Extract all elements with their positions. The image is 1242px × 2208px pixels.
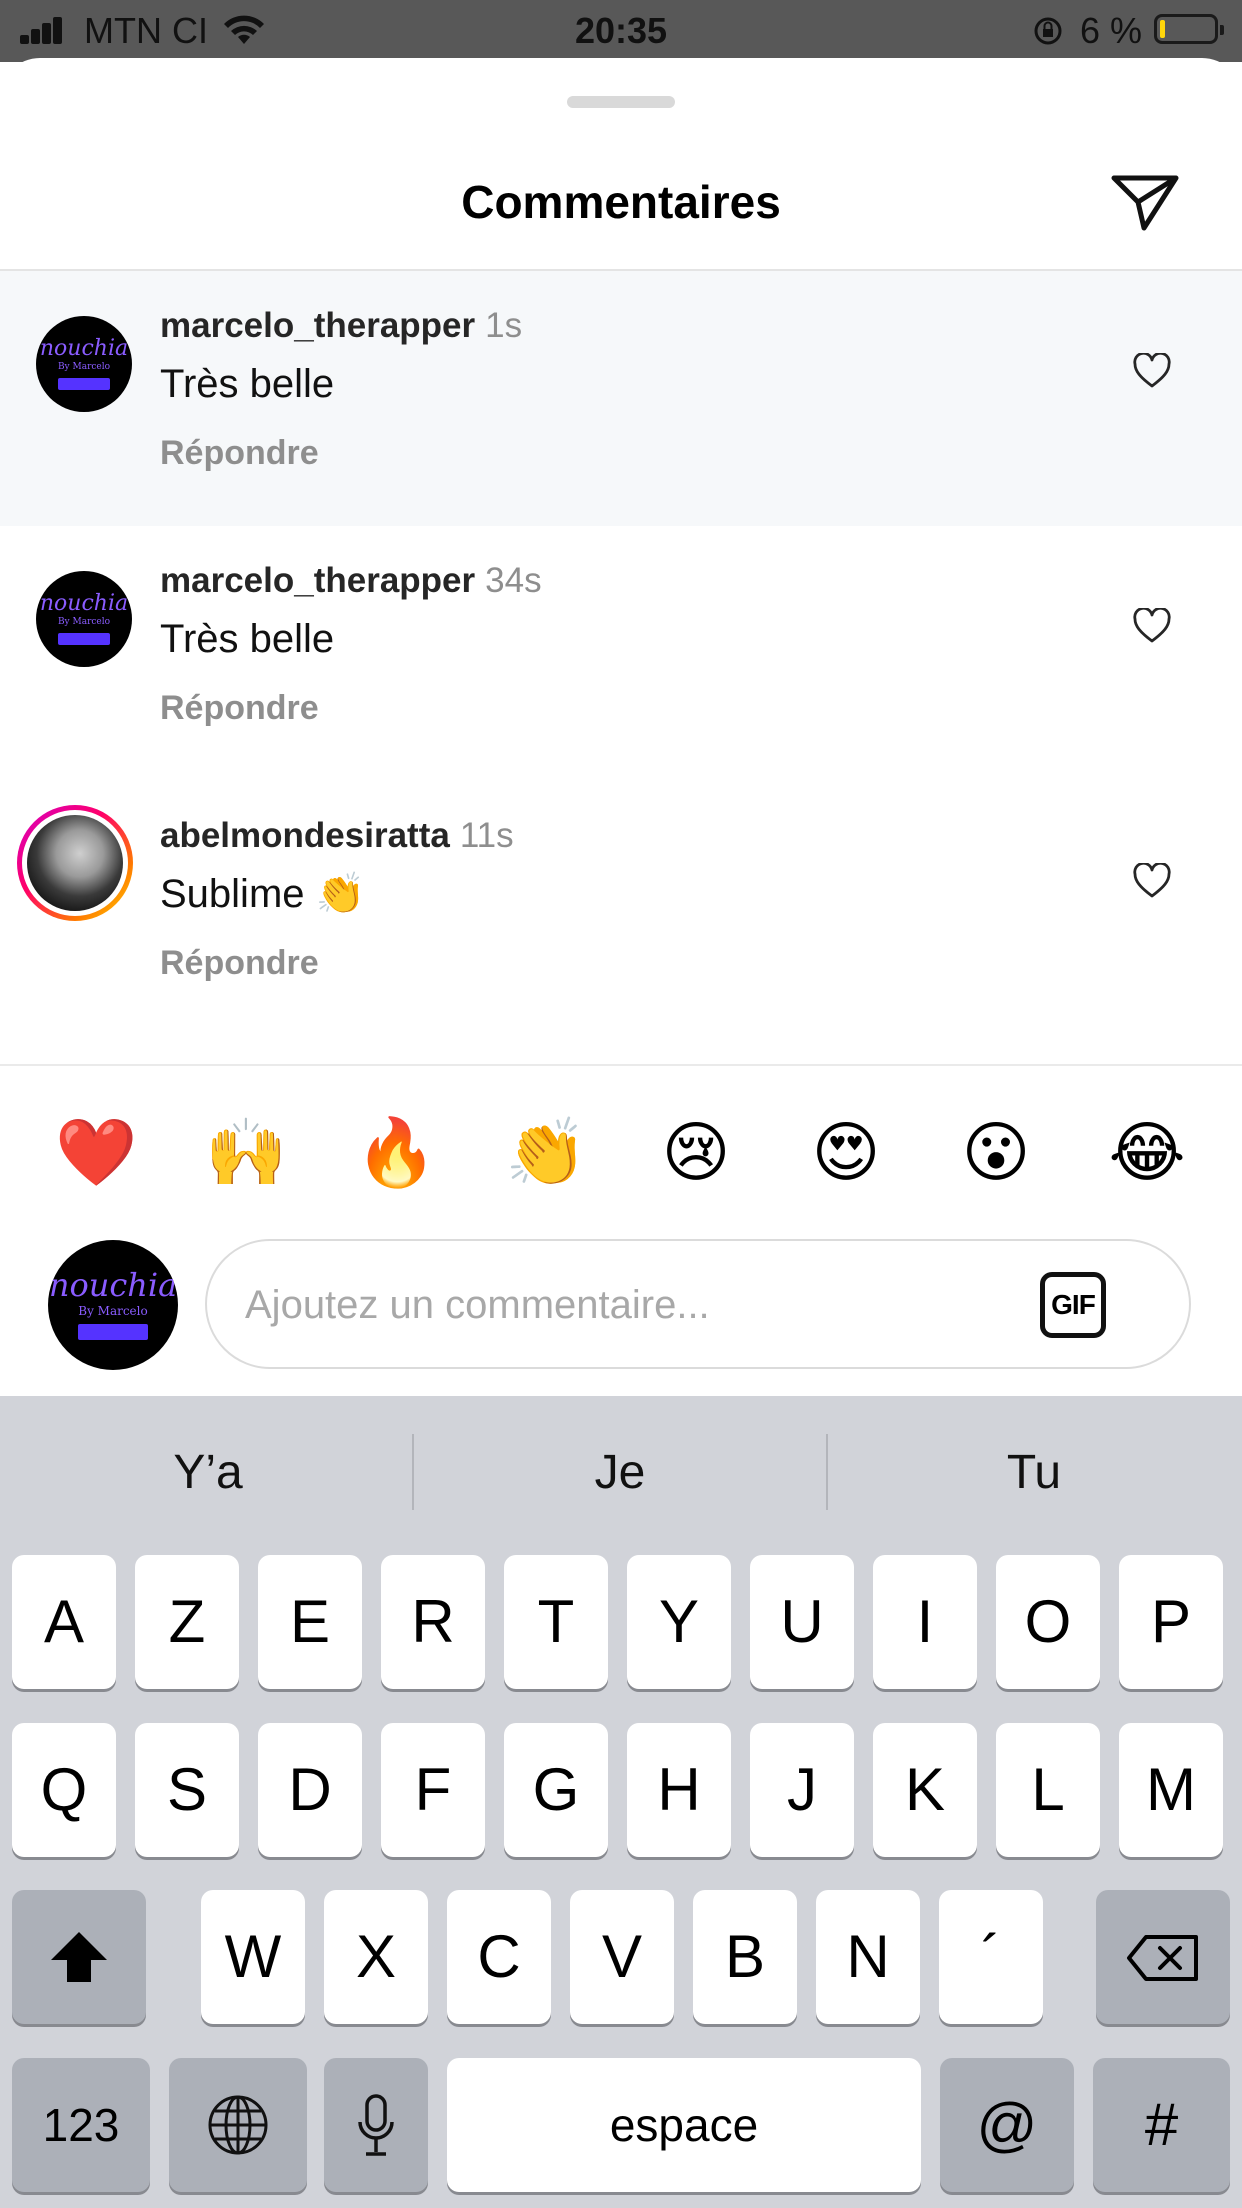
like-heart-icon[interactable] <box>1132 608 1172 644</box>
comment-input[interactable] <box>243 1271 1027 1339</box>
key-u[interactable]: U <box>750 1555 854 1689</box>
globe-icon <box>208 2095 268 2155</box>
avatar[interactable]: nouchia By Marcelo <box>36 571 132 667</box>
key-h[interactable]: H <box>627 1723 731 1857</box>
avatar-with-story-ring[interactable] <box>17 805 133 921</box>
comment-time: 11s <box>459 816 514 855</box>
comment-item: nouchia By Marcelo marcelo_therapper 34s … <box>0 526 1242 781</box>
sheet-grabber[interactable] <box>567 96 675 108</box>
comment-item: abelmondesiratta 11s Sublime 👏 Répondre <box>0 781 1242 1036</box>
emoji-surprised-button[interactable]: 😮 <box>956 1113 1036 1193</box>
key-v[interactable]: V <box>570 1890 674 2024</box>
reply-button[interactable]: Répondre <box>160 431 319 475</box>
key-o[interactable]: O <box>996 1555 1100 1689</box>
key-k[interactable]: K <box>873 1723 977 1857</box>
emoji-fire-button[interactable]: 🔥 <box>355 1113 437 1193</box>
my-avatar: nouchia By Marcelo <box>48 1240 178 1370</box>
emoji-laughing-button[interactable]: 😂 <box>1107 1113 1187 1193</box>
at-key[interactable]: @ <box>940 2058 1074 2192</box>
key-d[interactable]: D <box>258 1723 362 1857</box>
key-s[interactable]: S <box>135 1723 239 1857</box>
globe-key[interactable] <box>169 2058 307 2192</box>
shift-arrow-icon <box>51 1932 107 1982</box>
share-send-icon[interactable] <box>1108 170 1182 234</box>
gif-button[interactable]: GIF <box>1040 1272 1106 1338</box>
emoji-clapping-button[interactable]: 👏 <box>505 1113 587 1193</box>
battery-percent: 6 % <box>1080 10 1143 51</box>
microphone-key[interactable] <box>324 2058 428 2192</box>
shift-key[interactable] <box>12 1890 146 2024</box>
hash-key[interactable]: # <box>1093 2058 1230 2192</box>
key-g[interactable]: G <box>504 1723 608 1857</box>
comment-username[interactable]: abelmondesiratta <box>160 816 450 855</box>
key-l[interactable]: L <box>996 1723 1100 1857</box>
reply-button[interactable]: Répondre <box>160 686 319 730</box>
key-n[interactable]: N <box>816 1890 920 2024</box>
key-j[interactable]: J <box>750 1723 854 1857</box>
emoji-heart-eyes-button[interactable]: 😍 <box>806 1113 886 1193</box>
key-i[interactable]: I <box>873 1555 977 1689</box>
key-a[interactable]: A <box>12 1555 116 1689</box>
comment-text: Très belle <box>160 617 335 661</box>
comment-text: Sublime 👏 <box>160 872 366 916</box>
sheet-title: Commentaires <box>461 176 781 228</box>
key-p[interactable]: P <box>1119 1555 1223 1689</box>
key-e[interactable]: E <box>258 1555 362 1689</box>
suggestion-3[interactable]: Tu <box>828 1438 1240 1508</box>
key-r[interactable]: R <box>381 1555 485 1689</box>
key-acute-accent[interactable]: ´ <box>939 1890 1043 2024</box>
like-heart-icon[interactable] <box>1132 863 1172 899</box>
comment-item: nouchia By Marcelo marcelo_therapper 1s T… <box>0 271 1242 526</box>
emoji-raised-hands-button[interactable]: 🙌 <box>205 1113 287 1193</box>
battery-icon <box>1154 14 1224 44</box>
key-z[interactable]: Z <box>135 1555 239 1689</box>
comment-time: 34s <box>485 561 542 600</box>
key-t[interactable]: T <box>504 1555 608 1689</box>
key-f[interactable]: F <box>381 1723 485 1857</box>
avatar[interactable]: nouchia By Marcelo <box>36 316 132 412</box>
emoji-heart-button[interactable]: ❤️ <box>55 1113 137 1193</box>
comment-username[interactable]: marcelo_therapper <box>160 306 475 345</box>
like-heart-icon[interactable] <box>1132 353 1172 389</box>
suggestion-2[interactable]: Je <box>414 1438 826 1508</box>
reply-button[interactable]: Répondre <box>160 941 319 985</box>
key-y[interactable]: Y <box>627 1555 731 1689</box>
key-m[interactable]: M <box>1119 1723 1223 1857</box>
comment-time: 1s <box>485 306 523 345</box>
profile-photo <box>27 815 123 911</box>
backspace-key[interactable] <box>1096 1890 1230 2024</box>
emoji-crying-button[interactable]: 😢 <box>656 1113 736 1193</box>
backspace-icon <box>1127 1935 1198 1981</box>
numbers-key[interactable]: 123 <box>12 2058 150 2192</box>
comment-username[interactable]: marcelo_therapper <box>160 561 475 600</box>
suggestion-1[interactable]: Y’a <box>2 1438 414 1508</box>
microphone-icon <box>358 2094 394 2156</box>
status-bar: MTN CI 20:35 6 % <box>0 0 1242 62</box>
orientation-lock-icon <box>1034 17 1062 45</box>
space-key[interactable]: espace <box>447 2058 921 2192</box>
key-x[interactable]: X <box>324 1890 428 2024</box>
comment-text: Très belle <box>160 362 335 406</box>
key-q[interactable]: Q <box>12 1723 116 1857</box>
emoji-bar-divider <box>0 1064 1242 1066</box>
key-c[interactable]: C <box>447 1890 551 2024</box>
key-b[interactable]: B <box>693 1890 797 2024</box>
key-w[interactable]: W <box>201 1890 305 2024</box>
